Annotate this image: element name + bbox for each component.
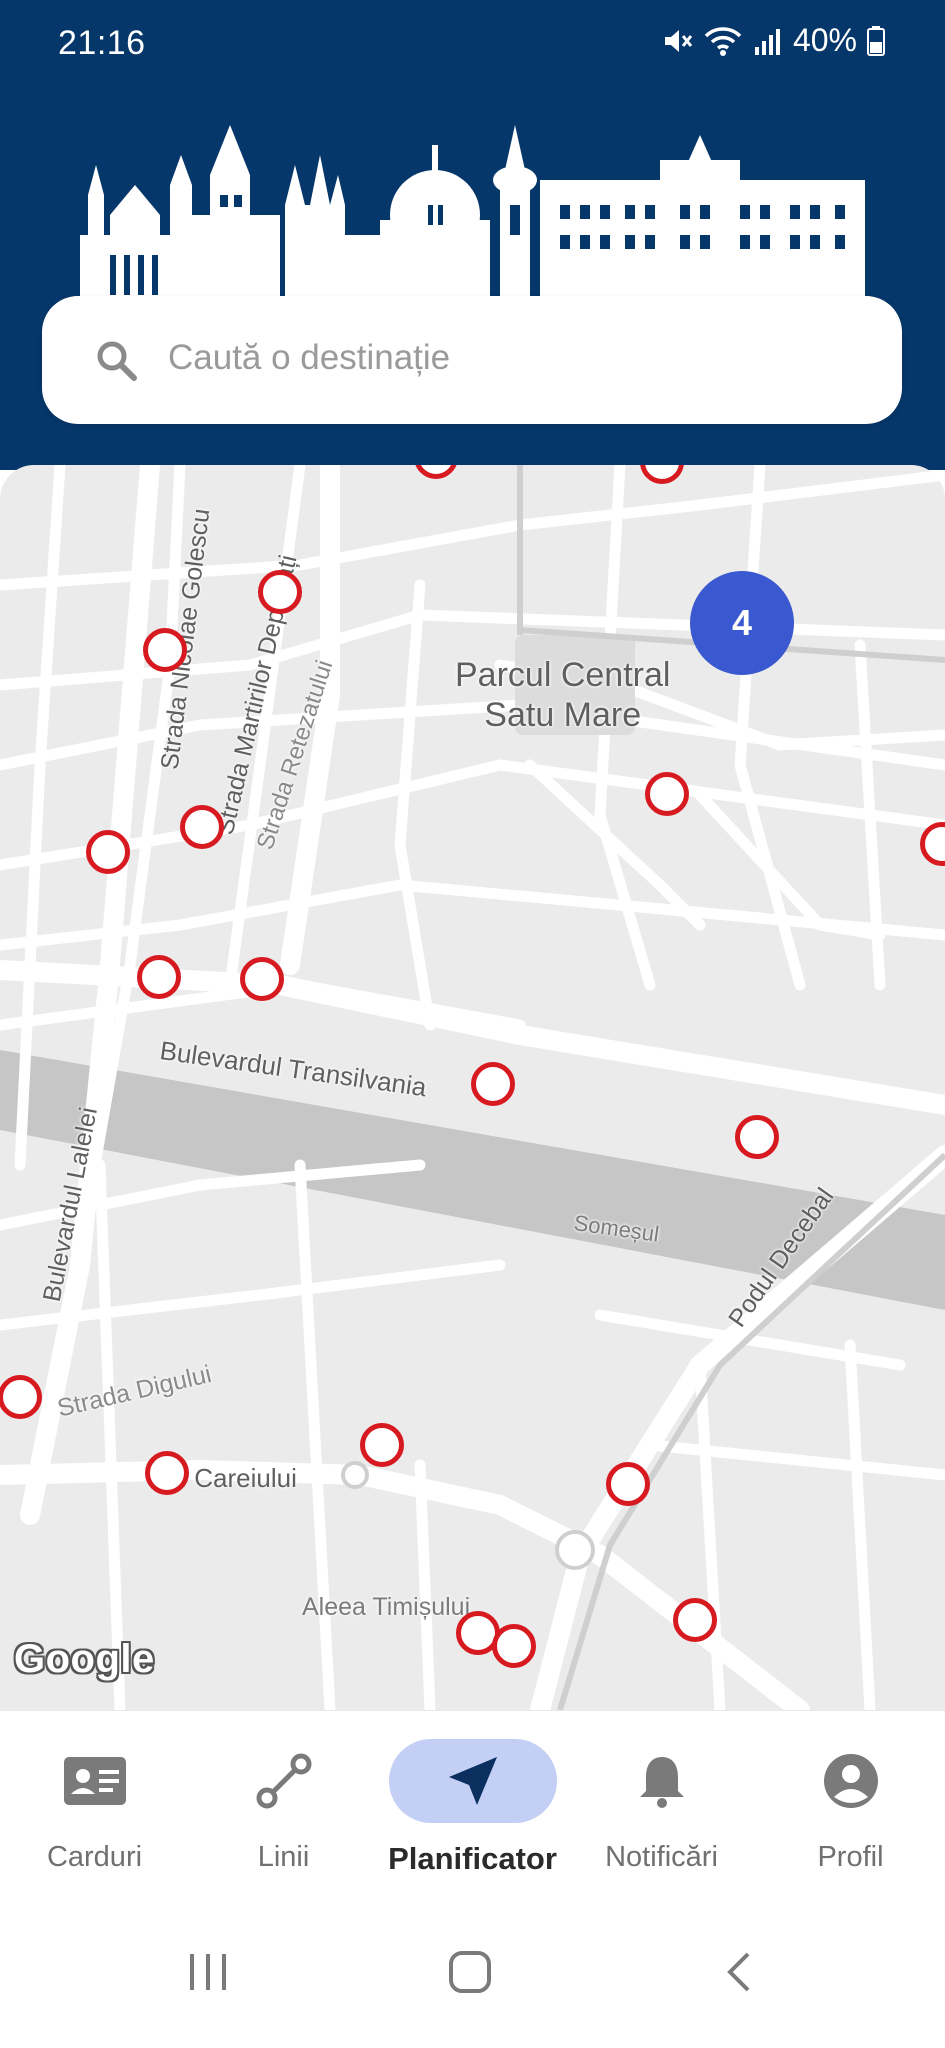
app-header: 21:16 40% Caută o destinație [0, 0, 945, 470]
stop-marker[interactable] [735, 1115, 779, 1159]
nav-label-carduri: Carduri [46, 1841, 143, 1873]
route-icon [256, 1753, 311, 1809]
stop-marker[interactable] [86, 830, 130, 874]
status-bar: 21:16 40% [0, 0, 945, 90]
nav-item-carduri[interactable]: Carduri [0, 1711, 189, 1909]
nav-label-linii: Linii [257, 1841, 310, 1873]
stop-marker[interactable] [606, 1462, 650, 1506]
nav-label-notificari: Notificări [605, 1841, 718, 1873]
google-attribution-logo: Google [14, 1637, 155, 1681]
nav-item-linii[interactable]: Linii [189, 1711, 378, 1909]
stop-marker[interactable] [492, 1624, 536, 1668]
system-navigation-bar [0, 1908, 945, 2048]
search-bar[interactable]: Caută o destinație [42, 296, 902, 424]
mute-icon [664, 29, 693, 52]
stop-marker[interactable] [673, 1598, 717, 1642]
card-icon [63, 1757, 126, 1805]
nav-label-profil: Profil [817, 1841, 884, 1873]
search-placeholder[interactable]: Caută o destinație [168, 338, 450, 378]
nav-icon-container [11, 1739, 179, 1823]
stop-marker[interactable] [0, 1375, 42, 1419]
stop-cluster-marker[interactable]: 4 [690, 571, 794, 675]
nav-icon-container [578, 1739, 746, 1823]
stop-marker[interactable] [137, 955, 181, 999]
status-icons: 40% [661, 22, 885, 59]
search-icon [97, 341, 137, 381]
park-label: Parcul Central Satu Mare [455, 655, 670, 735]
park-label-line-2: Satu Mare [484, 696, 642, 734]
nav-icon-container-active [388, 1739, 557, 1823]
park-label-line-1: Parcul Central [455, 656, 671, 694]
back-icon[interactable] [718, 1950, 762, 1994]
street-label-timisului: Aleea Timișului [302, 1593, 471, 1621]
stop-marker[interactable] [240, 957, 284, 1001]
nav-label-planificator: Planificator [388, 1841, 557, 1876]
city-skyline-illustration [80, 125, 865, 305]
status-time: 21:16 [58, 24, 146, 62]
nav-item-planificator[interactable]: Planificator [378, 1711, 567, 1909]
signal-icon [754, 28, 780, 55]
stop-marker[interactable] [143, 628, 187, 672]
bottom-navigation: Carduri Linii Planificator Notificări Pr… [0, 1710, 945, 1909]
wifi-icon [704, 26, 742, 56]
bell-icon [639, 1757, 684, 1808]
stop-marker[interactable] [645, 772, 689, 816]
stop-marker[interactable] [471, 1062, 515, 1106]
battery-percent: 40% [792, 22, 857, 58]
account-icon [823, 1754, 878, 1808]
recent-apps-icon[interactable] [186, 1950, 230, 1994]
nav-icon-container [767, 1739, 935, 1823]
stop-marker[interactable] [258, 570, 302, 614]
navigation-arrow-icon [448, 1757, 497, 1805]
home-icon[interactable] [448, 1950, 492, 1994]
nav-icon-container [200, 1739, 368, 1823]
nav-item-notificari[interactable]: Notificări [567, 1711, 756, 1909]
stop-marker[interactable] [360, 1423, 404, 1467]
stop-marker[interactable] [180, 805, 224, 849]
map-view[interactable]: Parcul Central Satu Mare Strada Nicolae … [0, 465, 945, 1710]
battery-icon [867, 25, 885, 56]
stop-marker[interactable] [145, 1451, 189, 1495]
nav-item-profil[interactable]: Profil [756, 1711, 945, 1909]
